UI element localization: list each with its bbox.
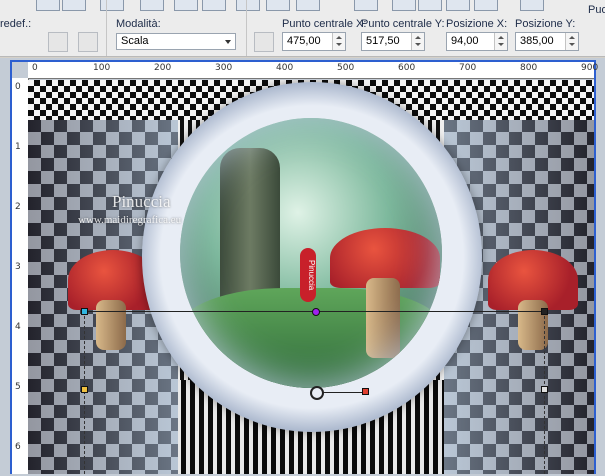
save-icon[interactable] — [36, 0, 60, 11]
rotation-arm — [322, 392, 364, 393]
preset-save-icon[interactable] — [78, 32, 98, 52]
zoom-icon[interactable] — [446, 0, 470, 11]
ruler-h-tick-label: 500 — [337, 63, 355, 73]
separator — [246, 0, 247, 56]
ruler-h-tick-label: 200 — [154, 63, 172, 73]
ruler-v-tick-label: 4 — [15, 322, 21, 332]
position-y-spinner[interactable] — [565, 33, 578, 50]
preset-reset-icon[interactable] — [48, 32, 68, 52]
center-x-label: Punto centrale X: — [282, 18, 367, 30]
cut-icon[interactable] — [236, 0, 260, 11]
mushroom-left-stem — [96, 300, 126, 350]
center-y-label: Punto centrale Y: — [361, 18, 445, 30]
side-handle-right[interactable] — [541, 386, 548, 393]
ruler-h-tick-label: 800 — [520, 63, 538, 73]
watermark-name: Pinuccia — [112, 192, 171, 211]
pinuccia-tag-text: Pinuccia — [307, 259, 316, 291]
position-x-label: Posizione X: — [446, 18, 508, 30]
image-canvas[interactable]: Pinuccia www.maidiregrafica.eu Pinuccia — [28, 80, 594, 474]
center-y-spinner[interactable] — [411, 33, 424, 50]
redo-icon[interactable] — [202, 0, 226, 11]
ruler-v-tick-label: 1 — [15, 142, 21, 152]
far-right-label: Puo — [588, 4, 605, 16]
position-x-spinner[interactable] — [494, 33, 507, 50]
position-y-field[interactable]: 385,00 — [515, 32, 579, 51]
center-x-spinner[interactable] — [332, 33, 345, 50]
side-handle-left[interactable] — [81, 386, 88, 393]
vertical-ruler: 0 1 2 3 4 5 6 — [12, 78, 29, 474]
grid-icon[interactable] — [392, 0, 416, 11]
watermark-site: www.maidiregrafica.eu — [78, 214, 182, 226]
zoom-out-icon[interactable] — [474, 0, 498, 11]
mode-label: Modalità: — [116, 18, 161, 30]
ruler-h-tick-label: 0 — [32, 63, 38, 73]
center-y-value: 517,50 — [366, 35, 400, 47]
copy-icon[interactable] — [266, 0, 290, 11]
mode-select[interactable]: Scala — [116, 33, 236, 50]
search-icon[interactable] — [100, 0, 124, 11]
center-handle[interactable] — [312, 308, 320, 316]
print-icon[interactable] — [140, 0, 164, 11]
position-y-value: 385,00 — [520, 35, 554, 47]
window-icon[interactable] — [520, 0, 544, 11]
pinuccia-tag: Pinuccia — [300, 248, 316, 302]
chevron-down-icon — [225, 40, 231, 44]
corner-handle-top-left[interactable] — [81, 308, 88, 315]
position-y-label: Posizione Y: — [515, 18, 576, 30]
position-x-value: 94,00 — [451, 35, 479, 47]
ruler-v-tick-label: 6 — [15, 442, 21, 452]
tool-options-bar: redef.: Modalità: Scala Punto centrale X… — [0, 0, 605, 57]
center-y-field[interactable]: 517,50 — [361, 32, 425, 51]
paste-icon[interactable] — [296, 0, 320, 11]
rotation-handle[interactable] — [362, 388, 369, 395]
rotation-pivot-icon[interactable] — [310, 386, 324, 400]
ruler-v-tick-label: 0 — [15, 82, 21, 92]
save-as-icon[interactable] — [62, 0, 86, 11]
center-x-field[interactable]: 475,00 — [282, 32, 346, 51]
ruler-h-tick-label: 100 — [93, 63, 111, 73]
ruler-h-tick-label: 600 — [398, 63, 416, 73]
corner-handle-top-right[interactable] — [541, 308, 548, 315]
help-icon[interactable] — [354, 0, 378, 11]
ruler-v-tick-label: 2 — [15, 202, 21, 212]
preset-label: redef.: — [0, 18, 32, 30]
ruler-h-tick-label: 400 — [276, 63, 294, 73]
undo-icon[interactable] — [174, 0, 198, 11]
position-x-field[interactable]: 94,00 — [446, 32, 508, 51]
fit-icon[interactable] — [418, 0, 442, 11]
mode-select-value: Scala — [121, 35, 149, 47]
horizontal-ruler: 0 100 200 300 400 500 600 700 800 900 — [28, 62, 598, 79]
transform-icon[interactable] — [254, 32, 274, 52]
ruler-v-tick-label: 5 — [15, 382, 21, 392]
center-x-value: 475,00 — [287, 35, 321, 47]
ruler-v-tick-label: 3 — [15, 262, 21, 272]
separator — [106, 0, 107, 56]
ruler-h-tick-label: 900 — [581, 63, 599, 73]
ruler-h-tick-label: 300 — [215, 63, 233, 73]
ruler-h-tick-label: 700 — [459, 63, 477, 73]
